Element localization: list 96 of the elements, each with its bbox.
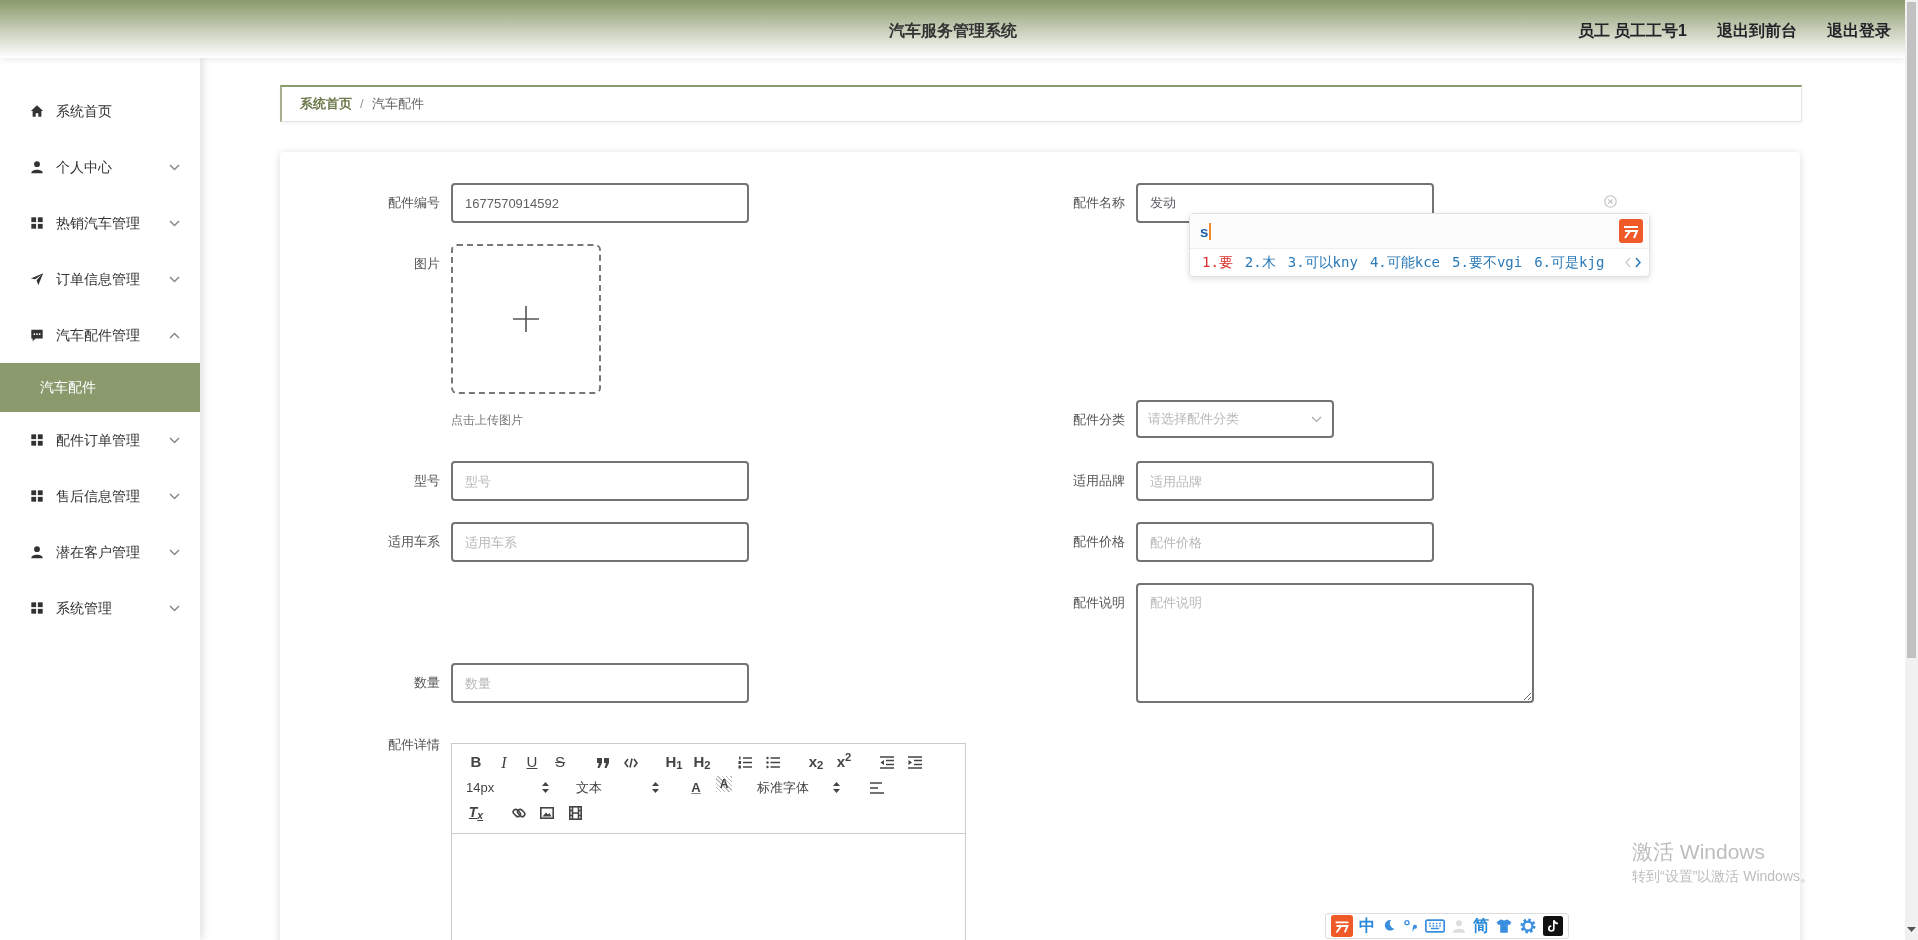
film-icon[interactable] [568, 805, 582, 820]
ime-logo-icon [1619, 219, 1643, 243]
field-label: 图片 [413, 255, 440, 273]
image-icon[interactable] [540, 806, 554, 819]
scroll-down-arrow-icon[interactable] [1907, 927, 1916, 932]
sort-arrows-icon [652, 782, 659, 793]
sidebar-item[interactable]: 售后信息管理 [0, 468, 200, 524]
field-label: 适用品牌 [1072, 472, 1125, 490]
settings-icon[interactable] [1519, 917, 1537, 935]
sort-arrows-icon [542, 782, 549, 793]
ime-logo-icon[interactable] [1331, 915, 1353, 937]
toolbar-button[interactable]: x$_{2}$ [802, 750, 830, 775]
user-icon [30, 545, 44, 559]
quote-icon[interactable] [596, 756, 610, 769]
ime-candidate[interactable]: 3.可以kny [1287, 252, 1358, 273]
field-label: 配件说明 [1072, 594, 1125, 612]
sort-arrows-icon [833, 782, 840, 793]
sidebar-item[interactable]: 订单信息管理 [0, 251, 200, 307]
home-icon [30, 104, 44, 118]
link-icon[interactable] [512, 805, 526, 820]
activation-title: 激活 Windows [1632, 839, 1767, 865]
text-input[interactable]: 适用车系 [451, 522, 749, 562]
paper-plane-icon [30, 272, 44, 286]
toolbar-dropdown[interactable]: 文本 [572, 775, 667, 800]
breadcrumb-separator: / [360, 95, 364, 114]
ime-composition: s [1200, 222, 1212, 240]
grid-icon [30, 216, 44, 230]
text-input[interactable]: 型号 [451, 461, 749, 501]
activation-text: 转到“设置”以激活 Windows。 [1632, 867, 1814, 886]
chat-icon [30, 328, 44, 342]
grid-icon [30, 433, 44, 447]
toolbar-button[interactable]: I [490, 750, 518, 775]
text-input[interactable]: 1677570914592 [451, 183, 749, 223]
grid-icon [30, 489, 44, 503]
header-link[interactable]: 退出登录 [1827, 19, 1891, 43]
text-input[interactable]: 适用品牌 [1136, 461, 1434, 501]
sidebar-item[interactable]: 配件订单管理 [0, 412, 200, 468]
ime-mode-toggle[interactable]: 中 [1359, 918, 1375, 934]
ime-candidate[interactable]: 6.可是kjg [1534, 252, 1605, 273]
upload-box[interactable] [451, 244, 601, 394]
scrollbar-thumb[interactable] [1907, 2, 1916, 658]
ime-candidate[interactable]: 5.要不vgi [1452, 252, 1523, 273]
user-icon [30, 160, 44, 174]
toolbar-dropdown[interactable]: 标准字体 [753, 775, 848, 800]
toolbar-button[interactable]: x$^{2}$ [830, 750, 858, 775]
toolbar-button[interactable]: H$_{2}$ [688, 750, 716, 775]
align-left-icon[interactable] [870, 781, 884, 794]
sidebar-item[interactable]: 潜在客户管理 [0, 524, 200, 580]
field-label: 型号 [413, 472, 440, 490]
outdent-icon[interactable] [880, 756, 894, 769]
header-link[interactable]: 员工 员工工号1 [1577, 19, 1687, 43]
ime-candidate[interactable]: 4.可能kce [1369, 252, 1441, 273]
grid-icon [30, 601, 44, 615]
sidebar-item[interactable]: 个人中心 [0, 139, 200, 195]
ime-mode-toggle[interactable]: 简 [1473, 918, 1489, 934]
toolbar-button[interactable]: B [462, 750, 490, 775]
field-label: 配件分类 [1072, 411, 1125, 429]
header-link[interactable]: 退出到前台 [1717, 19, 1797, 43]
indent-icon[interactable] [908, 756, 922, 769]
toolbar-button[interactable]: T$_{x}$ [462, 800, 490, 825]
scrollbar[interactable] [1905, 0, 1918, 940]
shirt-icon[interactable] [1495, 917, 1513, 935]
punctuation-icon[interactable] [1403, 918, 1419, 934]
ime-candidate[interactable]: 2.木 [1244, 252, 1276, 273]
toolbar-button[interactable]: A [682, 775, 710, 800]
toolbar-button[interactable]: A [716, 775, 732, 792]
field-label: 适用车系 [387, 533, 440, 551]
chevron-down-icon [1311, 415, 1322, 423]
toolbar-button[interactable]: H$_{1}$ [660, 750, 688, 775]
text-input[interactable]: 数量 [451, 663, 749, 703]
ordered-list-icon[interactable] [738, 756, 752, 769]
next-page-icon[interactable] [1635, 257, 1641, 268]
field-label: 配件价格 [1072, 533, 1125, 551]
bullet-list-icon[interactable] [766, 756, 780, 769]
field-label: 配件编号 [387, 194, 440, 212]
text-input[interactable]: 配件价格 [1136, 522, 1434, 562]
sidebar-item[interactable]: 汽车配件管理 [0, 307, 200, 363]
text-area[interactable]: 配件说明 [1136, 583, 1534, 703]
breadcrumb-link[interactable]: 系统首页 [300, 94, 352, 114]
sidebar-item[interactable]: 热销汽车管理 [0, 195, 200, 251]
breadcrumb-current: 汽车配件 [371, 95, 424, 114]
ime-candidate[interactable]: 1.要 [1202, 252, 1233, 273]
field-label: 配件名称 [1072, 194, 1125, 212]
code-icon[interactable] [624, 756, 638, 769]
app-title: 汽车服务管理系统 [888, 22, 1017, 39]
keyboard-icon[interactable] [1425, 916, 1445, 936]
sidebar-item[interactable]: 系统首页 [0, 83, 200, 139]
toolbar-button[interactable]: U [518, 750, 546, 775]
upload-hint: 点击上传图片 [451, 412, 524, 429]
field-label: 配件详情 [387, 736, 440, 754]
music-note-icon[interactable] [1543, 916, 1563, 936]
toolbar-button[interactable]: S [546, 750, 574, 775]
sidebar-item[interactable]: 系统管理 [0, 580, 200, 636]
plus-icon [512, 305, 540, 333]
field-label: 数量 [413, 674, 440, 692]
toolbar-dropdown[interactable]: 14px [462, 775, 557, 800]
